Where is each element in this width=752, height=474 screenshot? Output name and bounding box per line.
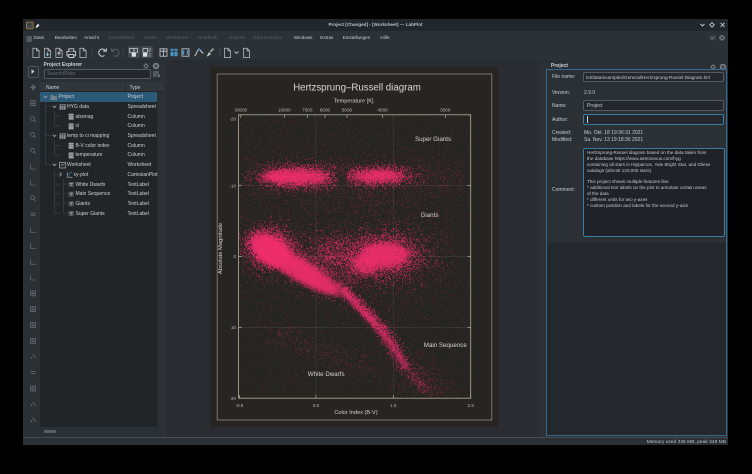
svg-text:Color Index (B-V): Color Index (B-V) [334,410,377,416]
svg-text:30000: 30000 [234,108,247,113]
svg-text:7000: 7000 [302,108,313,113]
svg-text:5000: 5000 [342,108,353,113]
svg-text:2.5: 2.5 [468,403,475,408]
svg-text:0.5: 0.5 [313,403,320,408]
svg-text:-10: -10 [229,183,236,188]
svg-text:Super Giants: Super Giants [415,136,451,143]
svg-text:Hertzsprung–Russell diagram: Hertzsprung–Russell diagram [293,83,421,94]
svg-text:Temperature [K]: Temperature [K] [334,99,374,105]
svg-text:Absolute Magnitude: Absolute Magnitude [218,223,224,274]
svg-text:-20: -20 [229,117,236,122]
svg-text:White Dwarfs: White Dwarfs [308,371,345,378]
svg-text:Giants: Giants [421,212,439,219]
svg-text:Main Sequence: Main Sequence [424,342,468,349]
svg-text:10000: 10000 [278,108,291,113]
svg-text:10: 10 [231,325,237,330]
svg-text:1.5: 1.5 [390,403,397,408]
svg-text:-0.5: -0.5 [235,403,243,408]
svg-text:0: 0 [233,254,236,259]
svg-text:3000: 3000 [440,108,451,113]
svg-text:4000: 4000 [377,108,388,113]
svg-text:20: 20 [231,396,237,401]
svg-text:6000: 6000 [320,108,331,113]
